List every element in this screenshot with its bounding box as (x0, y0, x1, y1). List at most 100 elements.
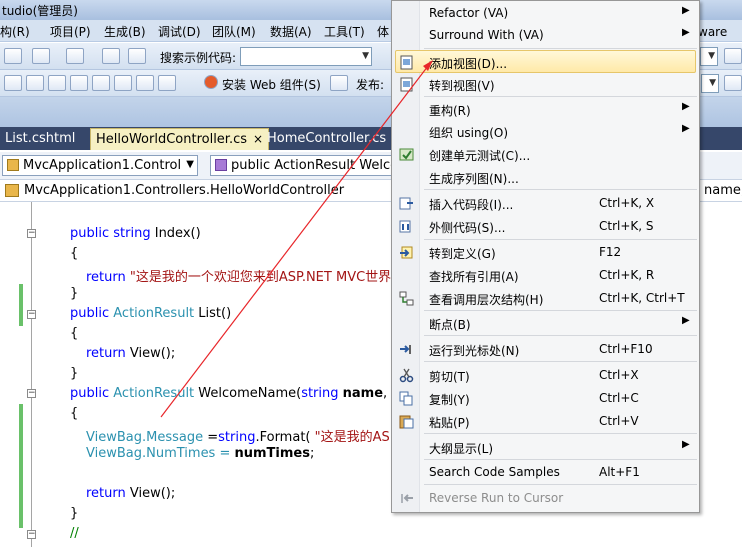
menu-item-generate-sequence-diagram[interactable]: 生成序列图(N)... (392, 166, 699, 189)
change-marker (19, 404, 23, 528)
path-right-text: name, (704, 183, 742, 198)
install-icon (204, 75, 218, 89)
collapse-icon[interactable]: − (27, 310, 36, 319)
menu-item-organize-using[interactable]: 组织 using(O) ▶ (392, 120, 699, 143)
menu-item-refactor-va[interactable]: Refactor (VA) ▶ (392, 2, 699, 25)
menu-tools[interactable]: 工具(T) (324, 23, 365, 40)
code-line: } (70, 506, 79, 521)
menu-item-goto-definition[interactable]: 转到定义(G) F12 (392, 241, 699, 264)
clear-bookmarks-icon[interactable] (136, 75, 154, 91)
code-line: public ActionResult WelcomeName(string n… (70, 386, 408, 401)
search-samples-label: 搜索示例代码: (160, 51, 237, 65)
find-icon[interactable] (102, 48, 120, 64)
menu-build[interactable]: 生成(B) (104, 23, 146, 40)
menu-refactor[interactable]: 构(R) (0, 23, 30, 40)
menu-separator (424, 189, 697, 190)
goto-view-icon (399, 77, 414, 92)
menu-item-view-call-hierarchy[interactable]: 查看调用层次结构(H) Ctrl+K, Ctrl+T (392, 287, 699, 310)
toolbar-overflow-icon[interactable] (724, 48, 742, 64)
menu-separator (424, 433, 697, 434)
code-line: { (70, 326, 79, 341)
tab-list-cshtml[interactable]: List.cshtml (0, 128, 80, 150)
publish-combo-end[interactable]: ▼ (701, 74, 719, 93)
class-combo[interactable]: MvcApplication1.Control ▼ (2, 155, 198, 176)
toolbar-right-text: ware (698, 25, 728, 39)
menu-item-surround-with[interactable]: 外侧代码(S)... Ctrl+K, S (392, 215, 699, 238)
class-icon (7, 159, 19, 171)
next-bookmark-icon[interactable] (114, 75, 132, 91)
menu-item-copy[interactable]: 复制(Y) Ctrl+C (392, 387, 699, 410)
redo-icon[interactable] (32, 48, 50, 64)
cut-icon (399, 368, 414, 383)
tab-homecontroller[interactable]: HomeController.cs (262, 128, 391, 150)
search-samples-input[interactable]: ▼ (240, 47, 372, 66)
submenu-arrow-icon: ▶ (682, 27, 690, 38)
add-view-icon (399, 55, 414, 70)
paste-icon (399, 414, 414, 429)
menu-debug[interactable]: 调试(D) (158, 23, 201, 40)
tab-helloworldcontroller[interactable]: HelloWorldController.cs × (90, 128, 270, 150)
publish-label: 发布: (356, 78, 385, 92)
menu-data[interactable]: 数据(A) (270, 23, 312, 40)
menu-item-cut[interactable]: 剪切(T) Ctrl+X (392, 364, 699, 387)
chevron-down-icon: ▼ (708, 51, 715, 61)
goto-definition-icon (399, 245, 414, 260)
toolbar-options-icon[interactable] (158, 75, 176, 91)
code-line: } (70, 366, 79, 381)
snippet-icon (399, 196, 414, 211)
menu-item-surround-with-va[interactable]: Surround With (VA) ▶ (392, 24, 699, 47)
menu-item-create-unit-tests[interactable]: 创建单元测试(C)... (392, 143, 699, 166)
menu-project[interactable]: 项目(P) (50, 23, 91, 40)
install-web-components-button[interactable]: 安装 Web 组件(S) (222, 76, 321, 93)
menu-more[interactable]: 体 (377, 23, 389, 40)
menu-separator (424, 459, 697, 460)
chevron-down-icon: ▼ (709, 78, 716, 88)
search-icon[interactable] (128, 48, 146, 64)
collapse-icon[interactable]: − (27, 530, 36, 539)
run-to-cursor-icon (399, 342, 414, 357)
undo-icon[interactable] (4, 48, 22, 64)
prev-bookmark-icon[interactable] (92, 75, 110, 91)
submenu-arrow-icon: ▶ (682, 5, 690, 16)
bookmark-icon[interactable] (70, 75, 88, 91)
menu-separator (424, 239, 697, 240)
menu-item-goto-view[interactable]: 转到视图(V) (392, 73, 699, 96)
right-combo[interactable]: ▼ (700, 47, 718, 66)
code-line: ViewBag.Message =string.Format( "这是我的ASP… (86, 430, 410, 445)
menu-item-paste[interactable]: 粘贴(P) Ctrl+V (392, 410, 699, 433)
submenu-arrow-icon: ▶ (682, 315, 690, 326)
code-line: return View(); (86, 346, 176, 361)
unit-test-icon (399, 147, 414, 162)
surround-icon (399, 219, 414, 234)
web-icon[interactable] (724, 75, 742, 91)
collapse-icon[interactable]: − (27, 229, 36, 238)
menu-item-add-view[interactable]: 添加视图(D)... (395, 50, 696, 73)
menu-item-refactor[interactable]: 重构(R) ▶ (392, 98, 699, 121)
code-line: { (70, 406, 79, 421)
collapse-icon[interactable]: − (27, 389, 36, 398)
menu-item-run-to-cursor[interactable]: 运行到光标处(N) Ctrl+F10 (392, 338, 699, 361)
menu-item-reverse-run-to-cursor: Reverse Run to Cursor (392, 487, 699, 510)
menu-team[interactable]: 团队(M) (212, 23, 256, 40)
menu-separator (424, 335, 697, 336)
member-combo[interactable]: public ActionResult Welcom (210, 155, 392, 176)
menu-item-outlining[interactable]: 大纲显示(L) ▶ (392, 436, 699, 459)
menu-item-find-all-references[interactable]: 查找所有引用(A) Ctrl+K, R (392, 264, 699, 287)
toolbar-options-icon[interactable] (330, 75, 348, 91)
menu-item-insert-snippet[interactable]: 插入代码段(I)... Ctrl+K, X (392, 192, 699, 215)
submenu-arrow-icon: ▶ (682, 123, 690, 134)
comment-icon[interactable] (4, 75, 22, 91)
code-line: public string Index() (70, 226, 201, 241)
navigate-icon[interactable] (66, 48, 84, 64)
code-line: // (70, 526, 79, 541)
code-line: public ActionResult List() (70, 306, 232, 321)
comment-out-icon[interactable] (26, 75, 44, 91)
uncomment-icon[interactable] (48, 75, 66, 91)
outline-line (31, 202, 32, 547)
submenu-arrow-icon: ▶ (682, 439, 690, 450)
menu-item-breakpoint[interactable]: 断点(B) ▶ (392, 312, 699, 335)
class-path: MvcApplication1.Controllers.HelloWorldCo… (24, 183, 345, 198)
menu-item-search-code-samples[interactable]: Search Code Samples Alt+F1 (392, 461, 699, 484)
code-line: ViewBag.NumTimes = numTimes; (86, 446, 315, 461)
reverse-run-icon (399, 491, 414, 506)
